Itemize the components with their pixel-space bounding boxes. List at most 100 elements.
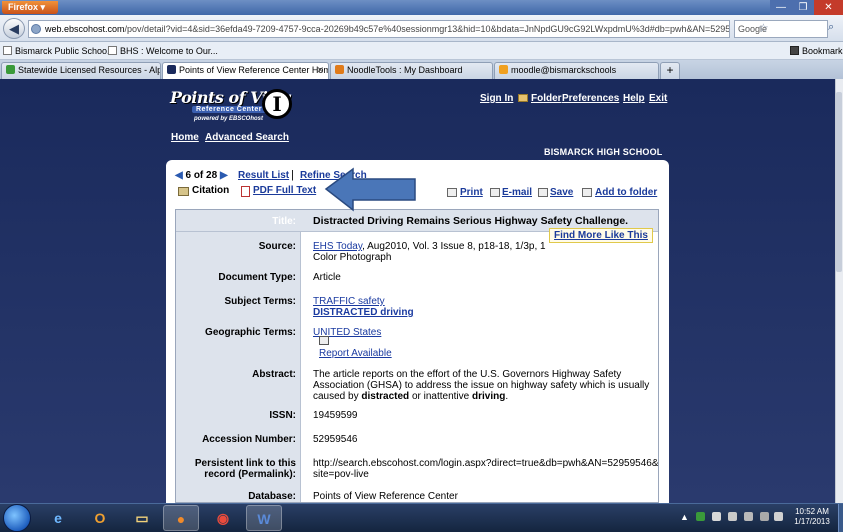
email-link[interactable]: E-mail: [502, 187, 532, 198]
close-window-button[interactable]: ✕: [814, 0, 843, 15]
minimize-button[interactable]: —: [770, 0, 792, 15]
previous-record-icon[interactable]: ◀: [175, 170, 183, 181]
permalink-label-line1: Persistent link to this: [194, 458, 296, 469]
folder-link[interactable]: Folder: [531, 93, 562, 104]
exit-link[interactable]: Exit: [649, 93, 667, 104]
bookmark-bismarck-public-schools[interactable]: Bismarck Public Schoo...: [3, 45, 115, 57]
abstract-line-2: Association (GHSA) to address the issue …: [313, 380, 650, 391]
volume-icon[interactable]: [774, 512, 783, 521]
ebsco-icon: [167, 65, 176, 74]
signal-icon[interactable]: [760, 512, 769, 521]
document-type-value: Article: [313, 272, 341, 283]
maximize-button[interactable]: ❐: [792, 0, 814, 15]
citation-tab[interactable]: Citation: [192, 185, 229, 196]
sign-in-link[interactable]: Sign In: [480, 93, 513, 104]
site-identity-icon[interactable]: [31, 24, 41, 34]
permalink-line-1[interactable]: http://search.ebscohost.com/login.aspx?d…: [313, 458, 658, 469]
bookmark-bhs-welcome[interactable]: BHS : Welcome to Our...: [108, 45, 218, 57]
outlook-icon[interactable]: O: [82, 505, 118, 531]
permalink-line-2[interactable]: site=pov-live: [313, 469, 369, 480]
find-more-like-this-button[interactable]: Find More Like This: [549, 228, 653, 243]
navigation-toolbar: ◀ web.ebscohost.com/pov/detail?vid=4&sid…: [0, 15, 843, 42]
print-link[interactable]: Print: [460, 187, 483, 198]
checkmark-icon: [6, 65, 15, 74]
start-button-icon[interactable]: [3, 504, 31, 532]
permalink-label-line2: record (Permalink):: [204, 469, 296, 480]
subject-link-distracted-driving[interactable]: DISTRACTED driving: [313, 307, 414, 318]
back-button[interactable]: ◀: [3, 18, 25, 39]
firefox-menu-button[interactable]: Firefox ▾: [2, 1, 58, 14]
report-available-link[interactable]: Report Available: [319, 348, 392, 359]
email-icon[interactable]: [490, 188, 500, 197]
action-center-icon[interactable]: [728, 512, 737, 521]
record-title: Distracted Driving Remains Serious Highw…: [313, 215, 629, 227]
tray-app-icon-2[interactable]: [712, 512, 721, 521]
page-icon: [3, 46, 12, 55]
firefox-taskbar-icon[interactable]: ●: [163, 505, 199, 531]
preferences-link[interactable]: Preferences: [562, 93, 619, 104]
noodletools-icon: [335, 65, 344, 74]
folder-icon: [518, 94, 528, 102]
show-hidden-icons-icon[interactable]: ▲: [680, 512, 689, 522]
print-icon[interactable]: [447, 188, 457, 197]
document-type-label: Document Type:: [218, 272, 296, 283]
subject-terms-label: Subject Terms:: [224, 296, 297, 307]
subject-term-2[interactable]: DISTRACTED driving: [313, 307, 414, 318]
tab-strip: Statewide Licensed Resources - Alpha... …: [0, 60, 843, 80]
home-link[interactable]: Home: [171, 132, 199, 143]
abstract-label: Abstract:: [252, 369, 296, 380]
subject-link-traffic-safety[interactable]: TRAFFIC safety: [313, 296, 385, 307]
record-details: Title: Distracted Driving Remains Seriou…: [175, 209, 659, 503]
scrollbar-thumb[interactable]: [836, 92, 842, 272]
report-icon: [319, 336, 329, 345]
url-bar[interactable]: web.ebscohost.com/pov/detail?vid=4&sid=3…: [28, 20, 730, 38]
tab-points-of-view[interactable]: Points of View Reference Center Hom... ✕: [162, 62, 329, 80]
abstract-line-1: The article reports on the effort of the…: [313, 369, 622, 380]
source-value-line2: Color Photograph: [313, 252, 392, 263]
close-tab-icon[interactable]: ✕: [316, 63, 324, 78]
pdf-full-text-link[interactable]: PDF Full Text: [253, 185, 316, 196]
abstract-line-3: caused by distracted or inattentive driv…: [313, 391, 509, 402]
citation-icon: [178, 187, 189, 196]
source-journal-link[interactable]: EHS Today: [313, 241, 362, 252]
new-tab-button[interactable]: +: [660, 62, 680, 79]
issn-value: 19459599: [313, 410, 358, 421]
file-explorer-icon[interactable]: ▭: [124, 505, 160, 531]
network-icon[interactable]: [744, 512, 753, 521]
next-record-icon[interactable]: ▶: [220, 170, 228, 181]
school-name: BISMARCK HIGH SCHOOL: [544, 147, 663, 157]
report-available[interactable]: Report Available: [319, 348, 392, 359]
search-icon[interactable]: ⌕: [828, 21, 842, 37]
chrome-icon[interactable]: ◉: [205, 505, 241, 531]
advanced-search-link[interactable]: Advanced Search: [205, 132, 289, 143]
pov-logo-badge-icon: I: [262, 89, 292, 119]
tab-moodle[interactable]: moodle@bismarckschools: [494, 62, 659, 79]
add-to-folder-icon[interactable]: [582, 188, 592, 197]
title-label: Title:: [272, 216, 296, 227]
link-separator: |: [291, 169, 294, 181]
annotation-arrow: [324, 167, 416, 212]
window-title-bar: Firefox ▾ — ❐ ✕: [0, 0, 843, 15]
accession-number-label: Accession Number:: [202, 434, 296, 445]
bookmarks-menu-button[interactable]: Bookmarks: [790, 45, 843, 57]
taskbar-clock[interactable]: 10:52 AM 1/17/2013: [786, 507, 838, 527]
system-tray: ▲: [680, 512, 790, 524]
result-list-link[interactable]: Result List: [238, 170, 289, 181]
bookmarks-toolbar: Bismarck Public Schoo... BHS : Welcome t…: [0, 42, 843, 60]
show-desktop-button[interactable]: [838, 504, 843, 532]
help-link[interactable]: Help: [623, 93, 645, 104]
add-to-folder-link[interactable]: Add to folder: [595, 187, 657, 198]
bookmark-star-icon[interactable]: ☆: [758, 21, 769, 35]
save-link[interactable]: Save: [550, 187, 573, 198]
tab-statewide-licensed-resources[interactable]: Statewide Licensed Resources - Alpha...: [1, 62, 161, 79]
word-icon[interactable]: W: [246, 505, 282, 531]
tab-noodletools[interactable]: NoodleTools : My Dashboard: [330, 62, 493, 79]
internet-explorer-icon[interactable]: e: [40, 505, 76, 531]
database-value: Points of View Reference Center: [313, 491, 458, 502]
page-icon: [108, 46, 117, 55]
search-bar[interactable]: Google: [734, 20, 828, 38]
save-icon[interactable]: [538, 188, 548, 197]
pdf-icon: [241, 186, 250, 197]
subject-term-1[interactable]: TRAFFIC safety: [313, 296, 385, 307]
tray-app-icon[interactable]: [696, 512, 705, 521]
